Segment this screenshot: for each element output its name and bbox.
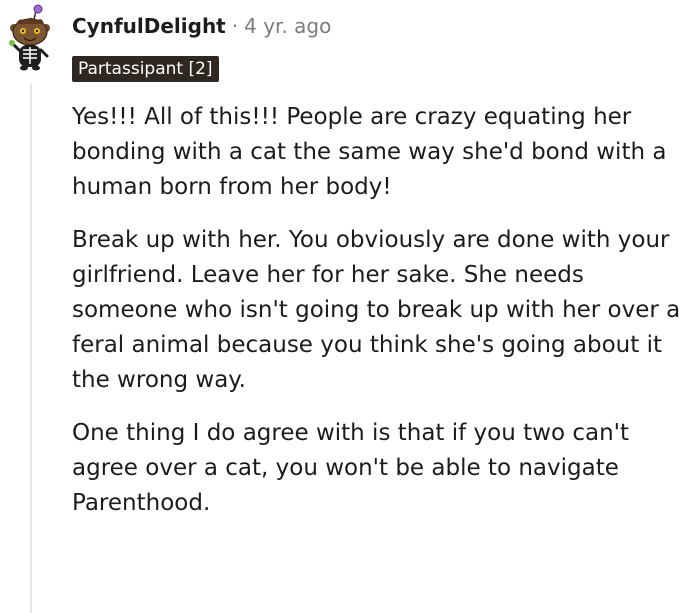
comment: CynfulDelight · 4 yr. ago Partassipant [… <box>0 0 700 613</box>
comment-paragraph: Break up with her. You obviously are don… <box>72 227 681 393</box>
comment-paragraph: Yes!!! All of this!!! People are crazy e… <box>72 104 667 200</box>
thread-line[interactable] <box>30 84 32 613</box>
username-link[interactable]: CynfulDelight <box>72 14 226 38</box>
comment-meta: CynfulDelight · 4 yr. ago <box>72 12 331 40</box>
comment-paragraph: One thing I do agree with is that if you… <box>72 420 629 516</box>
meta-separator: · <box>231 14 239 38</box>
comment-age[interactable]: 4 yr. ago <box>244 14 331 38</box>
user-flair[interactable]: Partassipant [2] <box>72 56 219 82</box>
user-avatar[interactable] <box>6 4 54 72</box>
snoo-skeleton-avatar-icon <box>9 4 50 71</box>
comment-body: Yes!!! All of this!!! People are crazy e… <box>72 100 682 521</box>
